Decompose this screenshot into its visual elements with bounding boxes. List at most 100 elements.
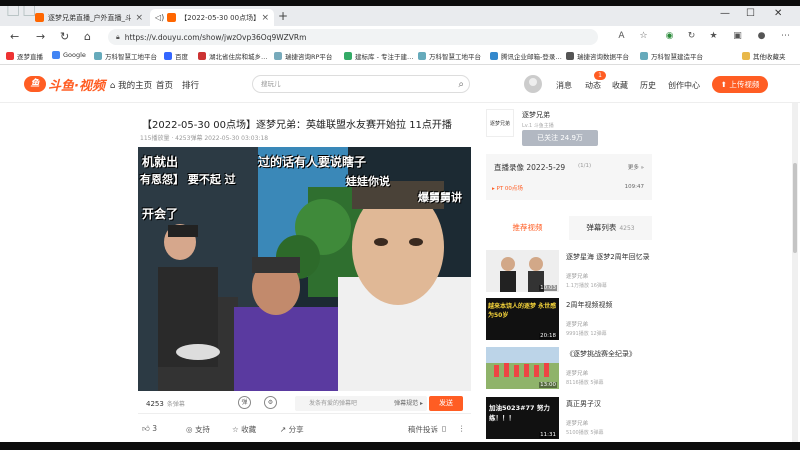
- phone-icon[interactable]: ▯: [442, 424, 446, 433]
- replay-duration: 109:47: [624, 184, 644, 190]
- minimize-button[interactable]: —: [720, 8, 730, 19]
- speaker-icon[interactable]: ◁): [155, 13, 164, 22]
- bookmark-item[interactable]: 万科智慧工地平台: [94, 51, 157, 61]
- url-bar[interactable]: 🔒︎ https://v.douyu.com/show/jwzOvp36Oq9W…: [108, 29, 598, 45]
- nav-home[interactable]: 首页: [156, 79, 173, 91]
- bookmark-item[interactable]: 腾讯企业邮箱-登录…: [490, 51, 562, 61]
- nav-ranking[interactable]: 排行: [182, 79, 199, 91]
- bookmark-item[interactable]: 万科智慧建造平台: [640, 51, 703, 61]
- browser-tab-1[interactable]: 逐梦兄弟直播_户外直播_斗鱼直… ×: [30, 9, 148, 26]
- author-name[interactable]: 逐梦兄弟: [522, 110, 550, 120]
- close-tab-icon[interactable]: ×: [135, 13, 143, 23]
- forward-icon[interactable]: →: [36, 30, 45, 43]
- bookmark-label: 湖北省住房和城乡…: [209, 53, 268, 61]
- dynamic-link[interactable]: 动态: [585, 80, 601, 91]
- profile-icon[interactable]: ●: [756, 31, 767, 42]
- tab-danmu-list[interactable]: 弹幕列表 4253: [569, 216, 652, 240]
- bookmark-item[interactable]: 建标库 - 专注于建…: [344, 51, 413, 61]
- more-icon[interactable]: ⋮: [458, 424, 466, 433]
- bookmark-item[interactable]: 百度: [164, 51, 188, 61]
- douyu-video-logo[interactable]: 鱼 斗鱼·视频: [24, 75, 105, 94]
- search-icon[interactable]: ⌕: [458, 77, 464, 93]
- video-thumbnail[interactable]: 越来本饶人的逐梦 永世感为50岁 20:18: [486, 298, 559, 340]
- recommend-author[interactable]: 逐梦兄弟: [566, 272, 588, 280]
- video-thumbnail[interactable]: 13:00: [486, 347, 559, 389]
- bookmark-item[interactable]: 逐梦直播: [6, 51, 43, 61]
- creator-center-link[interactable]: 创作中心: [668, 80, 700, 91]
- maximize-button[interactable]: ☐: [746, 8, 755, 19]
- refresh-ext-icon[interactable]: ↻: [686, 31, 697, 42]
- recommend-item[interactable]: 13:00 《逐梦挑战赛全纪录》 逐梦兄弟 8116播放 5弹幕: [486, 347, 652, 391]
- video-actions: 👍︎ 3 ◎ 支持 ☆ 收藏 ↗ 分享 稿件投诉 ▯ ⋮: [138, 420, 471, 440]
- recommend-author[interactable]: 逐梦兄弟: [566, 320, 588, 328]
- bookmark-item[interactable]: 瑞捷咨询RP平台: [274, 51, 332, 61]
- bookmark-item[interactable]: 瑞捷咨询数据平台: [566, 51, 629, 61]
- danmu-toggle-icon[interactable]: 弹: [238, 396, 251, 409]
- tab-recommended[interactable]: 推荐视频: [486, 216, 569, 240]
- browser-tab-2-active[interactable]: ◁) 【2022-05-30 00点场】逐… ×: [150, 9, 274, 26]
- bookmark-favicon-icon: [490, 52, 498, 60]
- recommend-title[interactable]: 真正男子汉: [566, 399, 601, 409]
- user-avatar[interactable]: [524, 75, 542, 93]
- recommend-author[interactable]: 逐梦兄弟: [566, 419, 588, 427]
- nav-label: 我的主页: [118, 81, 153, 91]
- author-avatar[interactable]: 逐梦兄弟: [486, 109, 514, 137]
- collect-button[interactable]: ☆ 收藏: [232, 424, 256, 435]
- extension-icon[interactable]: ◉: [664, 31, 675, 42]
- refresh-icon[interactable]: ↻: [60, 30, 69, 43]
- recommend-item[interactable]: 加油5023#77 努力练！！！ 11:31 真正男子汉 逐梦兄弟 5100播放…: [486, 397, 652, 441]
- video-thumbnail[interactable]: 10:03: [486, 250, 559, 292]
- more-menu-icon[interactable]: ⋯: [780, 31, 791, 42]
- new-tab-button[interactable]: +: [278, 9, 288, 23]
- video-player[interactable]: 机就出 过的话有人要说瞎子 有恩怨】 要不起 过 娃娃你说 爆舅舅讲 开会了: [138, 147, 471, 391]
- url-text: https://v.douyu.com/show/jwzOvp36Oq9WZVR…: [124, 32, 307, 42]
- favorite-star-icon[interactable]: ☆: [638, 31, 649, 42]
- upload-video-button[interactable]: ⬆ 上传视频: [712, 76, 768, 93]
- send-danmu-button[interactable]: 发送: [429, 396, 463, 411]
- bookmark-item[interactable]: 万科智慧工地平台: [418, 51, 481, 61]
- messages-link[interactable]: 消息: [556, 80, 572, 91]
- live-replay-panel: 直播录像 2022-5-29 (1/1) 更多 » ▸ PT 00点场 109:…: [486, 154, 652, 200]
- report-link[interactable]: 稿件投诉: [408, 424, 438, 435]
- bookmark-favicon-icon: [418, 52, 426, 60]
- favorites-icon[interactable]: ★: [708, 31, 719, 42]
- recommend-author[interactable]: 逐梦兄弟: [566, 369, 588, 377]
- recommend-item[interactable]: 越来本饶人的逐梦 永世感为50岁 20:18 2周年视频视频 逐梦兄弟 9991…: [486, 298, 652, 342]
- danmu-settings-icon[interactable]: ⚙: [264, 396, 277, 409]
- scrollbar-thumb[interactable]: [793, 163, 797, 253]
- bookmark-item[interactable]: 湖北省住房和城乡…: [198, 51, 268, 61]
- danmu-rules-link[interactable]: 弹幕规范 ▸: [394, 396, 423, 411]
- bookmark-favicon-icon: [566, 52, 574, 60]
- follow-button[interactable]: 已关注 24.9万: [522, 130, 598, 146]
- like-button[interactable]: 👍︎ 3: [142, 424, 157, 434]
- nav-label: 排行: [182, 81, 200, 91]
- back-icon[interactable]: ←: [10, 30, 19, 43]
- recommend-title[interactable]: 2周年视频视频: [566, 300, 612, 310]
- page-scrollbar[interactable]: [792, 103, 798, 442]
- other-bookmarks[interactable]: 其他收藏夹: [742, 51, 786, 61]
- replay-more-link[interactable]: 更多 »: [628, 163, 644, 171]
- lock-icon[interactable]: 🔒︎: [116, 33, 120, 42]
- recommend-title[interactable]: 《逐梦挑战赛全纪录》: [566, 349, 636, 359]
- bookmark-label: 逐梦直播: [17, 53, 43, 61]
- bookmark-favicon-icon: [640, 52, 648, 60]
- favorites-link[interactable]: 收藏: [612, 80, 628, 91]
- video-thumbnail[interactable]: 加油5023#77 努力练！！！ 11:31: [486, 397, 559, 439]
- bookmark-item[interactable]: Google: [52, 51, 86, 59]
- share-button[interactable]: ↗ 分享: [280, 424, 304, 435]
- close-tab-icon[interactable]: ×: [261, 13, 269, 23]
- replay-item[interactable]: ▸ PT 00点场: [492, 184, 523, 192]
- recommend-title[interactable]: 逐梦星海 逐梦2周年回忆录: [566, 252, 650, 262]
- nav-my-home[interactable]: ⌂ 我的主页: [110, 79, 152, 91]
- close-window-button[interactable]: ✕: [774, 8, 782, 19]
- search-input[interactable]: 搜玩儿 ⌕: [252, 75, 470, 93]
- collections-icon[interactable]: ▣: [732, 31, 743, 42]
- support-button[interactable]: ◎ 支持: [186, 424, 210, 435]
- recommend-item[interactable]: 10:03 逐梦星海 逐梦2周年回忆录 逐梦兄弟 1.1万播放 16弹幕: [486, 250, 652, 294]
- danmu-input[interactable]: 发条有爱的弹幕吧 弹幕规范 ▸: [295, 396, 427, 411]
- search-placeholder: 搜玩儿: [261, 80, 281, 88]
- read-aloud-icon[interactable]: A: [616, 31, 627, 42]
- video-overlay-text: 有恩怨】 要不起 过: [140, 173, 236, 186]
- history-link[interactable]: 历史: [640, 80, 656, 91]
- home-icon[interactable]: ⌂: [84, 30, 91, 43]
